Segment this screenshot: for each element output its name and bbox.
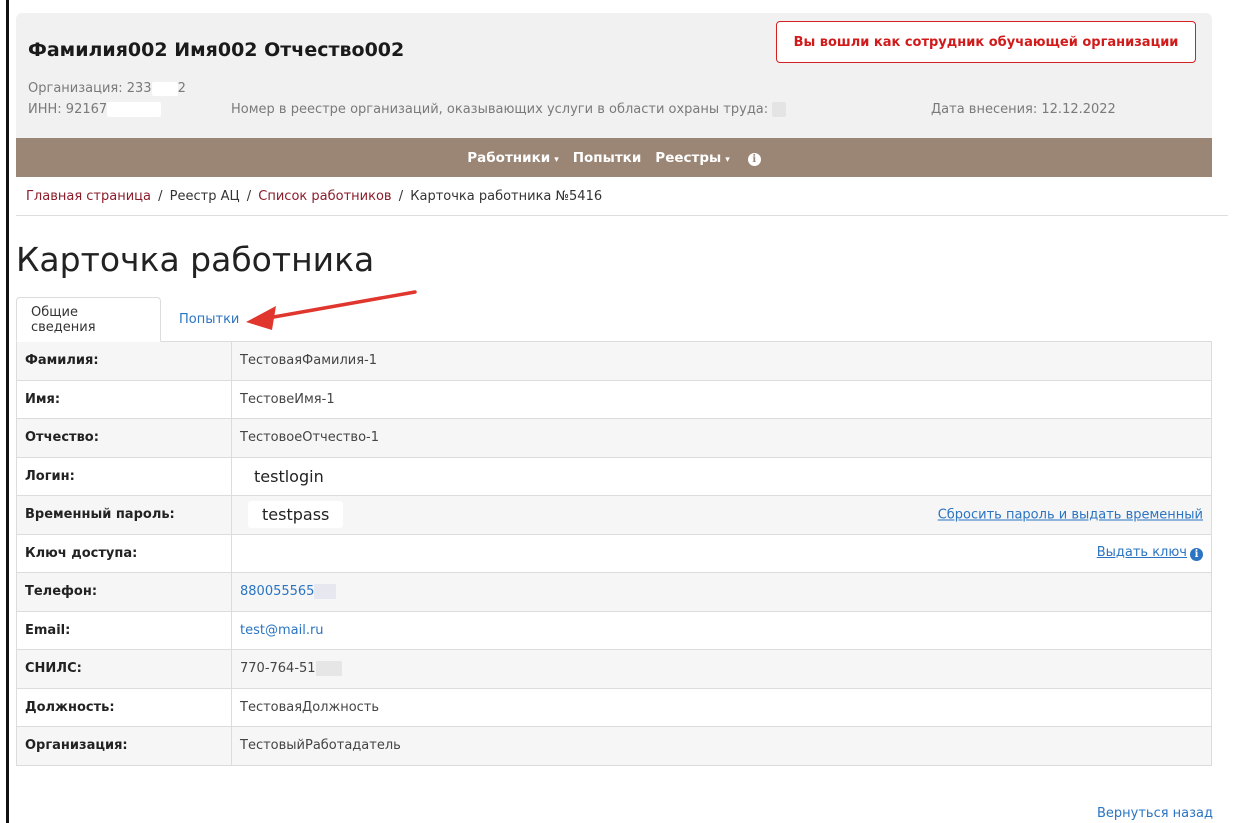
nav-info-button[interactable]: i: [737, 150, 768, 166]
inn-line: ИНН: 92167: [28, 102, 162, 117]
field-value-login-cell: testlogin: [231, 456, 1212, 496]
snils-value: 770-764-51: [240, 661, 316, 677]
divider: [16, 215, 1228, 216]
tab-general-info[interactable]: Общие сведения: [16, 297, 161, 342]
login-value: testlogin: [240, 462, 338, 490]
temp-password-value: testpass: [248, 501, 344, 529]
info-circle-icon[interactable]: i: [1190, 548, 1203, 562]
issue-key-link[interactable]: Выдать ключ: [1097, 545, 1187, 560]
back-link[interactable]: Вернуться назад: [1097, 806, 1213, 821]
registry-number-line: Номер в реестре организаций, оказывающих…: [231, 102, 787, 117]
organization-label: Организация:: [28, 81, 123, 96]
entry-date-label: Дата внесения:: [931, 102, 1038, 117]
table-row: Email: test@mail.ru: [16, 610, 1212, 650]
left-edge-rule: [6, 0, 9, 823]
issue-key-action: Выдать ключ i: [1097, 545, 1203, 562]
breadcrumb-current: Карточка работника №5416: [410, 189, 603, 204]
field-label: Временный пароль:: [16, 495, 232, 535]
breadcrumb-separator: /: [398, 189, 404, 204]
field-label: Должность:: [16, 687, 232, 727]
table-row: Отчество: ТестовоеОтчество-1: [16, 418, 1212, 458]
field-label: Отчество:: [16, 418, 232, 458]
main-navbar: Работники ▾ Попытки Реестры ▾ i: [16, 138, 1212, 177]
field-value-phone-cell: 880055565: [231, 572, 1212, 612]
registry-number-label: Номер в реестре организаций, оказывающих…: [231, 102, 769, 117]
role-badge: Вы вошли как сотрудник обучающей организ…: [776, 21, 1196, 63]
red-arrow-annotation: [246, 290, 417, 330]
field-label: СНИЛС:: [16, 649, 232, 689]
employee-info-table: Фамилия: ТестоваяФамилия-1 Имя: ТестовеИ…: [16, 341, 1212, 766]
user-full-name: Фамилия002 Имя002 Отчество002: [28, 39, 405, 61]
organization-value-tail: 2: [177, 81, 186, 96]
nav-item-registries[interactable]: Реестры ▾: [648, 150, 736, 166]
breadcrumb-separator: /: [158, 189, 163, 204]
email-link[interactable]: test@mail.ru: [240, 623, 324, 638]
table-row: Временный пароль: testpass Сбросить паро…: [16, 495, 1212, 535]
table-row: Имя: ТестовеИмя-1: [16, 379, 1212, 419]
breadcrumb-employees-link[interactable]: Список работников: [258, 189, 391, 204]
nav-item-label: Реестры: [655, 149, 722, 166]
field-value-password-cell: testpass Сбросить пароль и выдать времен…: [231, 495, 1212, 535]
nav-item-label: Попытки: [572, 149, 642, 166]
field-value-position: ТестоваяДолжность: [231, 687, 1212, 727]
redacted-block: [315, 661, 342, 677]
entry-date-line: Дата внесения: 12.12.2022: [931, 102, 1116, 117]
field-label: Организация:: [16, 726, 232, 766]
field-value-access-key-cell: Выдать ключ i: [231, 533, 1212, 573]
field-value-organization: ТестовыйРаботадатель: [231, 726, 1212, 766]
breadcrumb: Главная страница / Реестр АЦ / Список ра…: [26, 189, 602, 204]
organization-value: 233: [126, 81, 152, 96]
redacted-block: [151, 81, 178, 96]
nav-item-attempts[interactable]: Попытки: [566, 150, 649, 166]
field-value-surname: ТестоваяФамилия-1: [231, 341, 1212, 381]
field-value-email-cell: test@mail.ru: [231, 610, 1212, 650]
chevron-down-icon: ▾: [554, 154, 559, 165]
breadcrumb-registry: Реестр АЦ: [169, 189, 240, 204]
page-title: Карточка работника: [16, 240, 375, 279]
page-header: Фамилия002 Имя002 Отчество002 Организаци…: [16, 13, 1212, 138]
table-row: Должность: ТестоваяДолжность: [16, 687, 1212, 727]
field-label: Ключ доступа:: [16, 533, 232, 573]
field-label: Email:: [16, 610, 232, 650]
table-row: Логин: testlogin: [16, 456, 1212, 496]
table-row: Фамилия: ТестоваяФамилия-1: [16, 341, 1212, 381]
inn-value: 92167: [65, 102, 108, 117]
redacted-block: [772, 102, 787, 117]
nav-item-employees[interactable]: Работники ▾: [460, 150, 565, 166]
redacted-block: [314, 584, 337, 600]
breadcrumb-separator: /: [246, 189, 252, 204]
reset-password-link[interactable]: Сбросить пароль и выдать временный: [938, 507, 1203, 522]
table-row: Телефон: 880055565: [16, 572, 1212, 612]
field-label: Имя:: [16, 379, 232, 419]
organization-line: Организация: 233 2: [28, 81, 186, 96]
field-label: Телефон:: [16, 572, 232, 612]
chevron-down-icon: ▾: [725, 154, 730, 165]
table-row: Организация: ТестовыйРаботадатель: [16, 726, 1212, 766]
field-value-name: ТестовеИмя-1: [231, 379, 1212, 419]
redacted-block: [107, 102, 162, 117]
info-circle-icon: i: [747, 152, 761, 166]
breadcrumb-home-link[interactable]: Главная страница: [26, 189, 151, 204]
phone-link[interactable]: 880055565: [240, 584, 314, 599]
tab-bar: Общие сведения Попытки: [16, 297, 253, 342]
field-label: Фамилия:: [16, 341, 232, 381]
table-row: СНИЛС: 770-764-51: [16, 649, 1212, 689]
nav-item-label: Работники: [467, 149, 551, 166]
entry-date-value: 12.12.2022: [1041, 102, 1116, 117]
field-value-patronymic: ТестовоеОтчество-1: [231, 418, 1212, 458]
arrow-shaft: [266, 290, 417, 320]
field-label: Логин:: [16, 456, 232, 496]
arrow-head: [246, 306, 276, 330]
field-value-snils-cell: 770-764-51: [231, 649, 1212, 689]
inn-label: ИНН:: [28, 102, 62, 117]
table-row: Ключ доступа: Выдать ключ i: [16, 533, 1212, 573]
